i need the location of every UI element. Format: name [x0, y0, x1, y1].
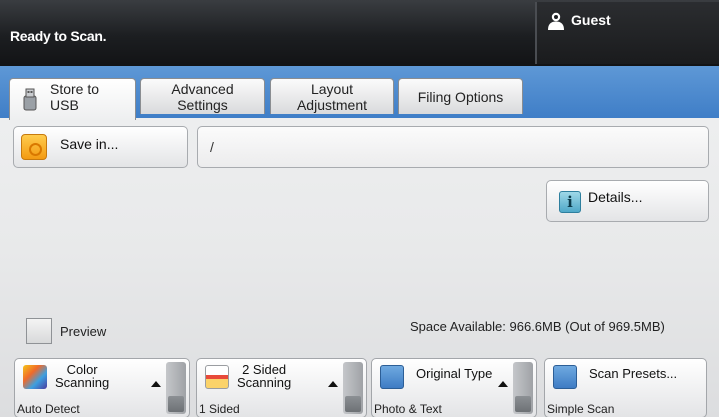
tab-label-line1: Store to	[50, 81, 100, 97]
tab-filing-options[interactable]: Filing Options	[398, 78, 523, 114]
original-type-button[interactable]: Original Type Photo & Text	[371, 358, 537, 417]
tab-label: Filing Options	[417, 89, 504, 105]
function-value: Photo & Text	[374, 402, 442, 416]
folder-icon	[21, 134, 47, 160]
details-button[interactable]: i Details...	[546, 180, 709, 222]
info-icon: i	[559, 191, 581, 213]
tab-label-line2: USB	[50, 97, 79, 113]
status-message: Ready to Scan.	[10, 28, 107, 44]
save-in-label: Save in...	[60, 136, 119, 152]
function-label-line2: Scanning	[237, 375, 292, 390]
preview-label: Preview	[60, 324, 107, 339]
save-in-button[interactable]: Save in...	[13, 126, 188, 168]
two-sided-icon	[205, 365, 229, 389]
function-label: Scan Presets...	[589, 366, 678, 381]
function-value: 1 Sided	[199, 402, 240, 416]
save-path-value: /	[210, 139, 214, 155]
tab-label-line1: Advanced	[171, 81, 234, 97]
usb-drive-icon	[23, 88, 37, 111]
up-arrow-icon	[151, 381, 161, 387]
scan-screen: Ready to Scan. Guest Store to USB Advanc…	[0, 0, 719, 417]
user-login-button[interactable]: Guest	[535, 2, 719, 64]
tab-layout-adjustment[interactable]: Layout Adjustment	[270, 78, 394, 114]
preview-checkbox[interactable]	[26, 318, 52, 344]
function-label: 2 Sided Scanning	[237, 363, 291, 389]
color-scanning-icon	[23, 365, 47, 389]
tab-label-line2: Adjustment	[296, 97, 368, 113]
store-to-usb-panel: Save in... / i Details... Preview Space …	[0, 118, 719, 417]
function-label: Color Scanning	[55, 363, 109, 389]
tab-advanced-settings[interactable]: Advanced Settings	[140, 78, 265, 114]
function-label: Original Type	[416, 366, 493, 381]
user-label: Guest	[571, 12, 611, 28]
two-sided-scanning-button[interactable]: 2 Sided Scanning 1 Sided	[196, 358, 367, 417]
option-scroller[interactable]	[343, 362, 363, 414]
details-label: Details...	[588, 189, 643, 205]
scan-presets-icon	[553, 365, 577, 389]
option-scroller[interactable]	[513, 362, 533, 414]
original-type-icon	[380, 365, 404, 389]
scan-presets-button[interactable]: Scan Presets... Simple Scan	[544, 358, 707, 417]
status-bar: Ready to Scan. Guest	[0, 0, 719, 66]
user-icon	[548, 12, 564, 30]
up-arrow-icon	[328, 381, 338, 387]
function-value: Simple Scan	[547, 402, 615, 416]
tab-label-line2: Settings	[177, 97, 228, 113]
option-scroller[interactable]	[166, 362, 186, 414]
save-path-field[interactable]: /	[197, 126, 709, 168]
tab-label-line1: Layout	[310, 81, 354, 97]
function-label-line2: Scanning	[55, 375, 110, 390]
function-value: Auto Detect	[17, 402, 80, 416]
up-arrow-icon	[498, 381, 508, 387]
tab-bar: Store to USB Advanced Settings Layout Ad…	[0, 66, 719, 120]
space-available-text: Space Available: 966.6MB (Out of 969.5MB…	[410, 319, 665, 334]
tab-store-to-usb[interactable]: Store to USB	[9, 78, 136, 120]
color-scanning-button[interactable]: Color Scanning Auto Detect	[14, 358, 190, 417]
